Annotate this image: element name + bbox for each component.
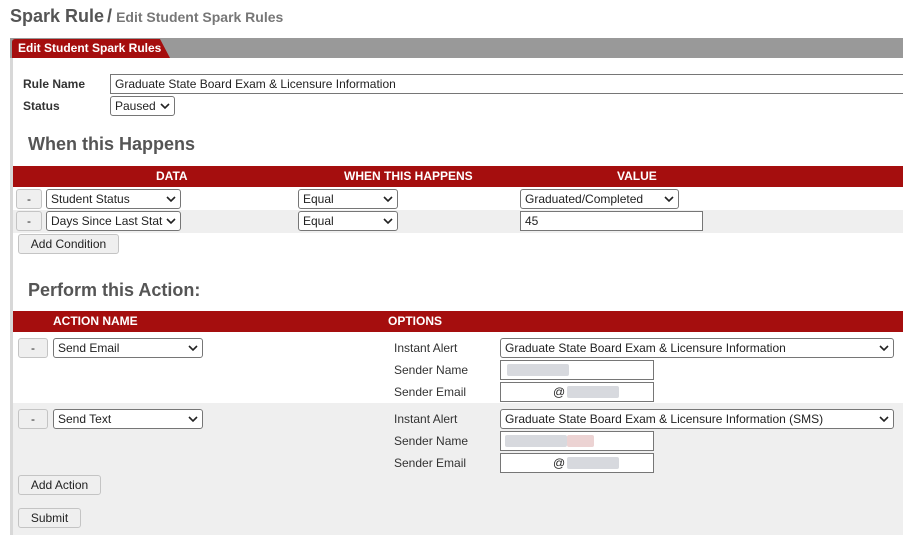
condition-data-value: Student Status: [51, 192, 130, 206]
condition-operator-value: Equal: [303, 192, 334, 206]
instant-alert-label: Instant Alert: [394, 341, 458, 355]
remove-condition-button[interactable]: -: [16, 189, 42, 209]
actions-table-header: ACTION NAME OPTIONS: [13, 311, 903, 332]
redacted-text: [567, 435, 594, 447]
condition-data-select[interactable]: Days Since Last Stat: [46, 211, 181, 231]
action-type-value: Send Email: [58, 341, 120, 355]
column-header-data: DATA: [156, 169, 188, 183]
chevron-down-icon: [160, 103, 170, 110]
remove-action-button[interactable]: -: [18, 338, 48, 358]
page-subtitle: Edit Student Spark Rules: [116, 9, 284, 25]
instant-alert-value: Graduate State Board Exam & Licensure In…: [505, 412, 824, 426]
redacted-text: [505, 435, 567, 447]
action-type-value: Send Text: [58, 412, 112, 426]
sender-email-label: Sender Email: [394, 456, 467, 470]
redacted-text: [567, 386, 619, 398]
remove-action-button[interactable]: -: [18, 409, 48, 429]
sender-name-input[interactable]: [500, 431, 654, 451]
condition-operator-select[interactable]: Equal: [298, 211, 398, 231]
condition-value-text: Graduated/Completed: [525, 192, 644, 206]
instant-alert-label: Instant Alert: [394, 412, 458, 426]
chevron-down-icon: [166, 218, 176, 225]
chevron-down-icon: [383, 218, 393, 225]
rule-name-input[interactable]: Graduate State Board Exam & Licensure In…: [110, 74, 903, 94]
breadcrumb: Spark Rule / Edit Student Spark Rules: [10, 6, 283, 27]
condition-operator-value: Equal: [303, 214, 334, 228]
redacted-text: [507, 364, 569, 376]
instant-alert-value: Graduate State Board Exam & Licensure In…: [505, 341, 786, 355]
page-title: Spark Rule: [10, 6, 105, 26]
action-type-select[interactable]: Send Email: [53, 338, 203, 358]
sender-name-input[interactable]: [500, 360, 654, 380]
add-action-button[interactable]: Add Action: [18, 475, 101, 495]
condition-value-select[interactable]: Graduated/Completed: [520, 189, 679, 209]
sender-name-label: Sender Name: [394, 363, 469, 377]
action-type-select[interactable]: Send Text: [53, 409, 203, 429]
sender-name-label: Sender Name: [394, 434, 469, 448]
instant-alert-select[interactable]: Graduate State Board Exam & Licensure In…: [500, 338, 894, 358]
sender-email-input[interactable]: @: [500, 382, 654, 402]
conditions-title: When this Happens: [28, 134, 196, 154]
remove-condition-button[interactable]: -: [16, 211, 42, 231]
sender-email-label: Sender Email: [394, 385, 467, 399]
rule-name-label: Rule Name: [23, 77, 86, 91]
status-select[interactable]: Paused: [110, 96, 175, 116]
status-select-value: Paused: [115, 99, 156, 113]
panel-tab: Edit Student Spark Rules: [12, 39, 170, 58]
condition-value-input[interactable]: 45: [520, 211, 703, 231]
sender-email-at: @: [553, 456, 566, 470]
breadcrumb-separator: /: [107, 6, 113, 26]
column-header-when: WHEN THIS HAPPENS: [344, 169, 473, 183]
redacted-text: [567, 457, 619, 469]
chevron-down-icon: [879, 345, 889, 352]
chevron-down-icon: [188, 345, 198, 352]
submit-button[interactable]: Submit: [18, 508, 81, 528]
column-header-value: VALUE: [617, 169, 657, 183]
column-header-action-name: ACTION NAME: [53, 314, 138, 328]
chevron-down-icon: [383, 196, 393, 203]
column-header-options: OPTIONS: [388, 314, 443, 328]
chevron-down-icon: [166, 196, 176, 203]
instant-alert-select[interactable]: Graduate State Board Exam & Licensure In…: [500, 409, 894, 429]
condition-operator-select[interactable]: Equal: [298, 189, 398, 209]
chevron-down-icon: [879, 416, 889, 423]
actions-title: Perform this Action:: [28, 280, 201, 300]
conditions-table-header: DATA WHEN THIS HAPPENS VALUE: [13, 166, 903, 187]
sender-email-at: @: [553, 385, 566, 399]
condition-data-select[interactable]: Student Status: [46, 189, 181, 209]
chevron-down-icon: [188, 416, 198, 423]
add-condition-button[interactable]: Add Condition: [18, 234, 119, 254]
chevron-down-icon: [664, 196, 674, 203]
status-label: Status: [23, 99, 60, 113]
condition-data-value: Days Since Last Stat: [51, 214, 163, 228]
sender-email-input[interactable]: @: [500, 453, 654, 473]
